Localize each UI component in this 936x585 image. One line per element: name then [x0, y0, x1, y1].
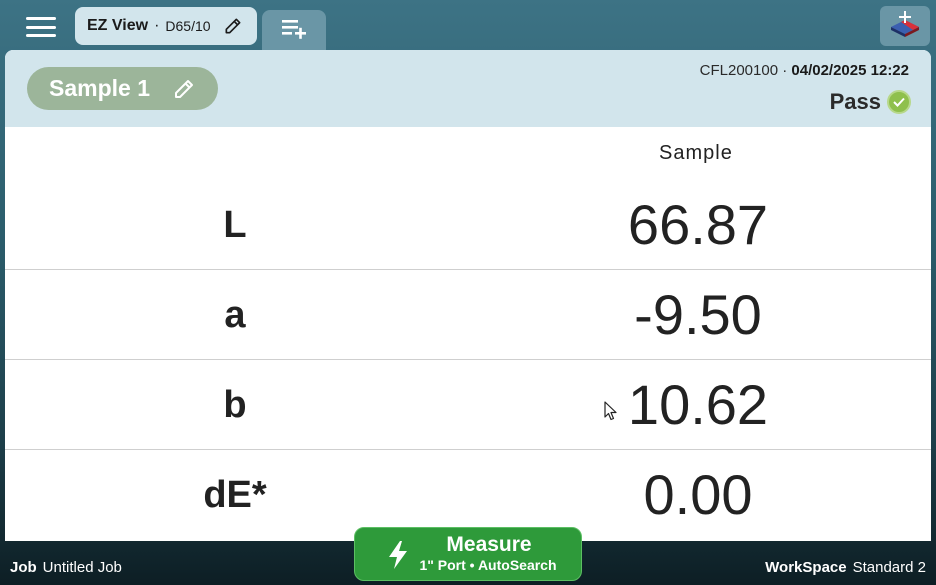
tab-illuminant: D65/10	[165, 18, 211, 34]
tab-name: EZ View	[87, 17, 149, 34]
workspace-label: WorkSpace	[765, 559, 847, 576]
status-badge: Pass	[830, 89, 911, 115]
table-row: b 10.62	[5, 360, 931, 450]
row-label: L	[223, 204, 247, 246]
playlist-add-icon	[280, 16, 308, 45]
job-label: Job	[10, 559, 37, 576]
app-logo-button[interactable]	[880, 6, 930, 46]
row-value: 10.62	[627, 373, 769, 436]
measure-button[interactable]: Measure 1" Port • AutoSearch	[354, 527, 582, 581]
tab-ez-view[interactable]: EZ View · D65/10	[75, 7, 257, 45]
row-label: a	[224, 294, 246, 336]
sample-header: Sample 1 CFL200100 · 04/02/2025 12:22 Pa…	[5, 50, 931, 127]
status-text: Pass	[829, 89, 881, 114]
workspace-value: Standard 2	[852, 559, 926, 576]
row-value: 0.00	[643, 463, 753, 526]
row-label: b	[223, 384, 247, 426]
tab-separator: ·	[154, 17, 160, 34]
measure-subtitle: 1" Port • AutoSearch	[419, 557, 557, 573]
sample-name: Sample 1	[49, 75, 150, 101]
measurement-datetime: 04/02/2025 12:22	[791, 62, 909, 79]
lightning-bolt-icon	[387, 540, 409, 575]
pencil-icon[interactable]	[223, 16, 243, 41]
job-value: Untitled Job	[42, 559, 122, 576]
row-label: dE*	[203, 474, 267, 516]
hamburger-menu-icon[interactable]	[24, 14, 58, 40]
instrument-id: CFL200100	[699, 62, 779, 79]
row-value: 66.87	[627, 193, 769, 256]
row-value: -9.50	[634, 283, 762, 346]
mouse-cursor-icon	[604, 401, 618, 426]
meta-separator: ·	[778, 62, 792, 79]
add-tab-button[interactable]	[262, 10, 326, 50]
app-logo-icon	[887, 9, 923, 44]
measure-title: Measure	[446, 533, 532, 556]
job-info[interactable]: Job Untitled Job	[10, 559, 122, 576]
table-row: a -9.50	[5, 270, 931, 360]
table-row: L 66.87	[5, 180, 931, 270]
pencil-icon	[172, 77, 196, 107]
measurement-meta: CFL200100 · 04/02/2025 12:22	[700, 62, 909, 79]
sample-name-button[interactable]: Sample 1	[27, 67, 218, 110]
results-card: Sample 1 CFL200100 · 04/02/2025 12:22 Pa…	[5, 50, 931, 541]
workspace-info[interactable]: WorkSpace Standard 2	[765, 559, 926, 576]
check-circle-icon	[887, 90, 911, 114]
column-header-sample: Sample	[659, 142, 733, 164]
